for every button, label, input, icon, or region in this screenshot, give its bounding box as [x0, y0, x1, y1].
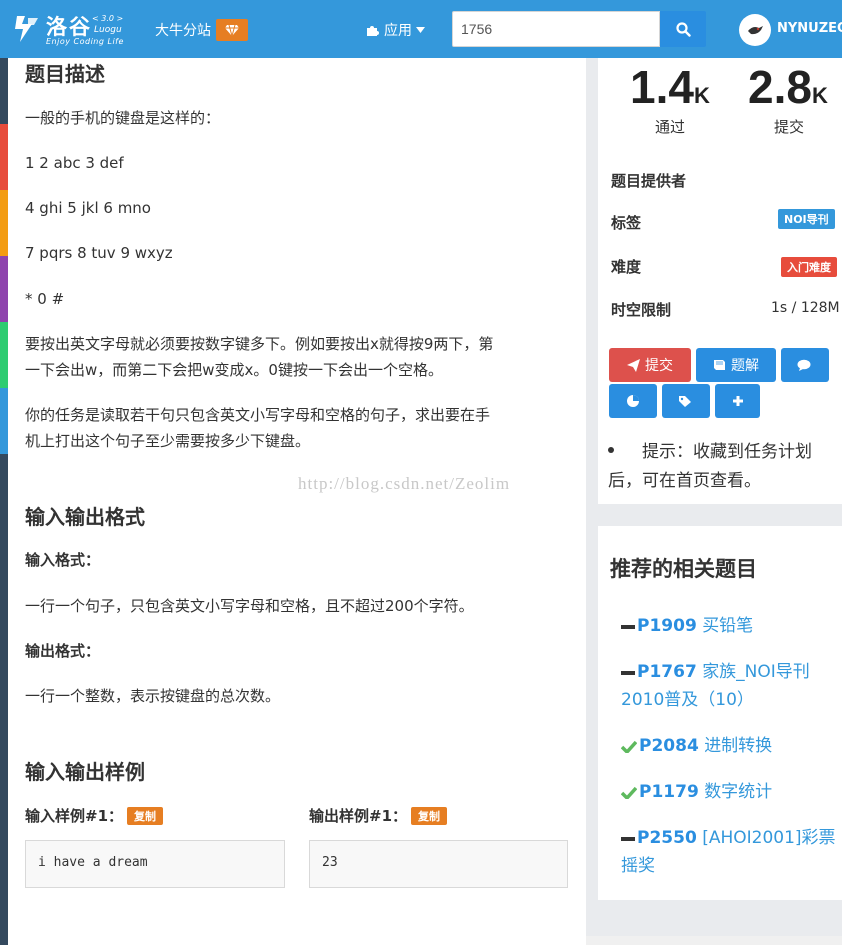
- desc-line: * 0 #: [25, 290, 65, 308]
- check-icon: [621, 740, 637, 753]
- luogu-logo-icon: [15, 16, 38, 42]
- strip-orange: [0, 190, 8, 256]
- strip-dark-bottom: [0, 454, 8, 945]
- strip-dark: [0, 58, 8, 124]
- io-format-title: 输入输出格式: [25, 505, 145, 529]
- book-icon: [714, 360, 725, 370]
- output-sample-header: 输出样例#1： 复制: [309, 805, 448, 826]
- difficulty-label: 难度: [611, 258, 642, 276]
- tag-badge[interactable]: NOI导刊: [778, 209, 835, 229]
- strip-green: [0, 322, 8, 388]
- output-sample-box[interactable]: 23: [309, 840, 568, 888]
- passed-count: 1.4K: [630, 61, 710, 113]
- input-sample-box[interactable]: i have a dream: [25, 840, 285, 888]
- tags-label: 标签: [611, 214, 642, 232]
- diamond-icon[interactable]: [216, 19, 248, 41]
- discuss-button[interactable]: [781, 348, 829, 382]
- copy-input-button[interactable]: 复制: [127, 807, 164, 825]
- submit-button[interactable]: 提交: [609, 348, 691, 382]
- apps-menu[interactable]: 应用: [366, 20, 425, 40]
- plus-icon: [732, 396, 743, 406]
- strip-red: [0, 124, 8, 190]
- limit-label: 时空限制: [611, 301, 672, 319]
- desc-paragraph-line: 一下会出w，而第二下会把w变成x。0键按一下会出一个空格。: [25, 361, 443, 379]
- add-task-button[interactable]: [715, 384, 760, 418]
- watermark: http://blog.csdn.net/Zeolim: [298, 474, 511, 493]
- check-icon: [621, 786, 637, 799]
- desc-line: 7 pqrs 8 tuv 9 wxyz: [25, 244, 173, 262]
- output-sample-label: 输出样例#1：: [309, 807, 408, 825]
- hint-text: 提示：收藏到任务计划后，可在首页查看。: [608, 442, 812, 491]
- description-title: 题目描述: [25, 62, 105, 86]
- apps-label: 应用: [384, 23, 412, 39]
- bullet-icon: [608, 447, 614, 453]
- pie-chart-icon: [627, 395, 639, 407]
- search-input[interactable]: [452, 11, 660, 47]
- dash-icon: [621, 671, 635, 675]
- dash-icon: [621, 837, 635, 841]
- input-sample-header: 输入样例#1： 复制: [25, 805, 164, 826]
- passed-label: 通过: [655, 118, 686, 136]
- bottom-toolbar: [586, 936, 842, 945]
- caret-down-icon: [416, 27, 425, 33]
- desc-line: 一般的手机的键盘是这样的：: [25, 109, 221, 127]
- provider-label: 题目提供者: [611, 172, 687, 190]
- recommend-item[interactable]: P1179 数字统计: [621, 778, 836, 806]
- strip-blue: [0, 388, 8, 454]
- stats-button[interactable]: [609, 384, 657, 418]
- input-format-text: 一行一个句子，只包含英文小写字母和空格，且不超过200个字符。: [25, 597, 474, 615]
- input-sample-label: 输入样例#1：: [25, 807, 124, 825]
- luogu-logo[interactable]: 洛谷 < 3.0 > Luogu Enjoy Coding Life: [8, 9, 128, 49]
- desc-line: 4 ghi 5 jkl 6 mno: [25, 199, 151, 217]
- limit-value: 1s / 128M: [771, 300, 840, 316]
- input-format-label: 输入格式：: [25, 551, 101, 569]
- submitted-label: 提交: [774, 118, 805, 136]
- dash-icon: [621, 625, 635, 629]
- puzzle-icon: [367, 26, 379, 36]
- desc-paragraph-line: 你的任务是读取若干句只包含英文小写字母和空格的句子，求出要在手: [25, 406, 491, 424]
- strip-purple: [0, 256, 8, 322]
- desc-line: 1 2 abc 3 def: [25, 154, 124, 172]
- comments-icon: [797, 359, 811, 371]
- recommend-title: 推荐的相关题目: [610, 557, 757, 581]
- recommend-item[interactable]: P1767 家族_NOI导刊2010普及（10）: [621, 658, 836, 714]
- copy-output-button[interactable]: 复制: [411, 807, 448, 825]
- solution-label: 题解: [731, 358, 759, 374]
- difficulty-badge[interactable]: 入门难度: [781, 257, 837, 277]
- bird-avatar-icon: [748, 26, 763, 35]
- paper-plane-icon: [627, 358, 640, 372]
- samples-title: 输入输出样例: [25, 760, 145, 784]
- logo-en: Luogu: [94, 25, 122, 35]
- recommend-item[interactable]: P1909 买铅笔: [621, 612, 836, 640]
- tags-icon: [679, 395, 691, 407]
- solution-button[interactable]: 题解: [696, 348, 776, 382]
- branch-link[interactable]: 大牛分站: [155, 20, 211, 40]
- search-button[interactable]: [660, 11, 706, 47]
- top-navbar: 洛谷 < 3.0 > Luogu Enjoy Coding Life 大牛分站 …: [0, 0, 842, 58]
- output-format-text: 一行一个整数，表示按键盘的总次数。: [25, 687, 281, 705]
- logo-version: < 3.0 >: [92, 14, 124, 23]
- submit-label: 提交: [645, 358, 673, 374]
- submitted-count: 2.8K: [748, 61, 828, 113]
- avatar[interactable]: [739, 14, 771, 46]
- recommend-item[interactable]: P2550 [AHOI2001]彩票摇奖: [621, 824, 836, 880]
- desc-paragraph-line: 要按出英文字母就必须要按数字键多下。例如要按出x就得按9两下，第: [25, 335, 494, 353]
- logo-tagline: Enjoy Coding Life: [46, 37, 124, 46]
- output-format-label: 输出格式：: [25, 642, 101, 660]
- search-icon: [675, 21, 691, 37]
- tags-button[interactable]: [662, 384, 710, 418]
- desc-paragraph-line: 机上打出这个句子至少需要按多少下键盘。: [25, 432, 311, 450]
- recommend-item[interactable]: P2084 进制转换: [621, 732, 836, 760]
- username[interactable]: NYNUZEO: [777, 21, 842, 36]
